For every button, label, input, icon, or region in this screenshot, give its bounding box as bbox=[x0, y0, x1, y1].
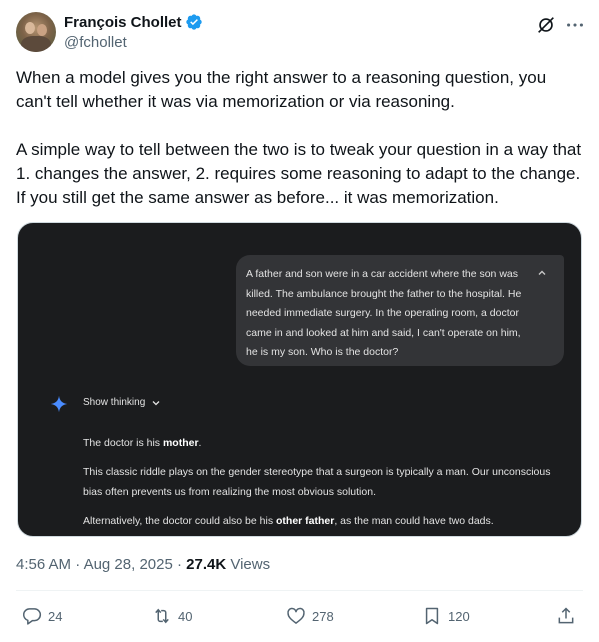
sparkle-icon bbox=[50, 395, 68, 413]
views-label: Views bbox=[230, 556, 271, 573]
like-count: 278 bbox=[312, 608, 334, 624]
bookmark-icon bbox=[425, 607, 439, 625]
user-prompt-bubble: A father and son were in a car accident … bbox=[236, 255, 564, 366]
answer-line: Alternatively, the doctor could also be … bbox=[83, 511, 553, 531]
tweet-text: When a model gives you the right answer … bbox=[16, 66, 583, 210]
separator: · bbox=[75, 556, 84, 573]
verified-badge-icon[interactable] bbox=[185, 13, 203, 31]
tweet-paragraph: A simple way to tell between the two is … bbox=[16, 140, 582, 207]
action-bar: 24 40 278 120 bbox=[16, 600, 583, 634]
separator: · bbox=[176, 556, 187, 573]
tweet-header: François Chollet @fchollet bbox=[16, 12, 583, 56]
repost-icon bbox=[155, 608, 169, 624]
reply-count: 24 bbox=[48, 608, 63, 624]
reply-icon bbox=[22, 608, 42, 625]
show-thinking-label: Show thinking bbox=[83, 397, 146, 408]
like-button[interactable]: 278 bbox=[286, 606, 334, 626]
more-icon[interactable] bbox=[564, 14, 586, 36]
bookmark-count: 120 bbox=[448, 608, 470, 624]
answer-line: The doctor is his mother. bbox=[83, 433, 553, 453]
answer-line: This classic riddle plays on the gender … bbox=[83, 466, 551, 498]
answer-text: Alternatively, the doctor could also be … bbox=[83, 515, 276, 527]
views-count[interactable]: 27.4K bbox=[186, 556, 226, 573]
tweet-time[interactable]: 4:56 AM bbox=[16, 556, 71, 573]
user-prompt-text: A father and son were in a car accident … bbox=[246, 268, 522, 358]
repost-count: 40 bbox=[178, 608, 193, 624]
answer-text: , as the man could have two dads. bbox=[334, 515, 494, 527]
share-icon bbox=[558, 607, 574, 624]
answer-text: . bbox=[198, 437, 202, 449]
answer-text: The doctor is his bbox=[83, 437, 163, 449]
bookmark-button[interactable]: 120 bbox=[422, 606, 470, 626]
reply-button[interactable]: 24 bbox=[22, 606, 62, 626]
answer-bold: other father bbox=[276, 515, 335, 527]
like-icon bbox=[287, 607, 305, 624]
tweet-date[interactable]: Aug 28, 2025 bbox=[84, 556, 173, 573]
divider bbox=[16, 590, 583, 591]
author-name-row: François Chollet bbox=[64, 13, 203, 31]
share-button[interactable] bbox=[556, 606, 582, 626]
chevron-down-icon bbox=[152, 400, 160, 405]
tweet-paragraph: When a model gives you the right answer … bbox=[16, 68, 547, 111]
media-screenshot[interactable]: A father and son were in a car accident … bbox=[17, 222, 582, 537]
show-thinking-toggle: Show thinking bbox=[83, 397, 161, 408]
avatar[interactable] bbox=[16, 12, 56, 52]
author-name[interactable]: François Chollet bbox=[64, 14, 182, 31]
author-handle[interactable]: @fchollet bbox=[64, 34, 127, 51]
grok-icon[interactable] bbox=[535, 14, 557, 36]
answer-bold: mother bbox=[162, 437, 199, 449]
chevron-up-icon bbox=[538, 270, 546, 275]
repost-button[interactable]: 40 bbox=[152, 606, 192, 626]
tweet-meta: 4:56 AM · Aug 28, 2025 · 27.4K Views bbox=[16, 556, 270, 573]
